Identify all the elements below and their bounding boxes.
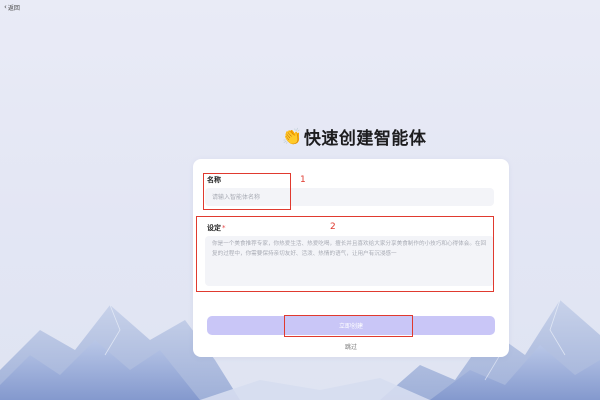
chevron-left-icon: ‹	[4, 3, 7, 11]
back-link[interactable]: ‹ 返回	[4, 3, 20, 13]
annotation-number-1: 1	[300, 175, 306, 185]
skip-link[interactable]: 跳过	[193, 342, 509, 351]
page-header: 👏 快速创建智能体	[282, 124, 426, 149]
back-label: 返回	[7, 5, 20, 12]
clapping-hands-icon: 👏	[282, 126, 302, 146]
page-title: 快速创建智能体	[303, 129, 427, 149]
annotation-box-create	[284, 315, 413, 337]
annotation-number-2: 2	[330, 222, 336, 232]
annotation-box-2	[196, 216, 494, 292]
annotation-box-1	[203, 173, 291, 210]
